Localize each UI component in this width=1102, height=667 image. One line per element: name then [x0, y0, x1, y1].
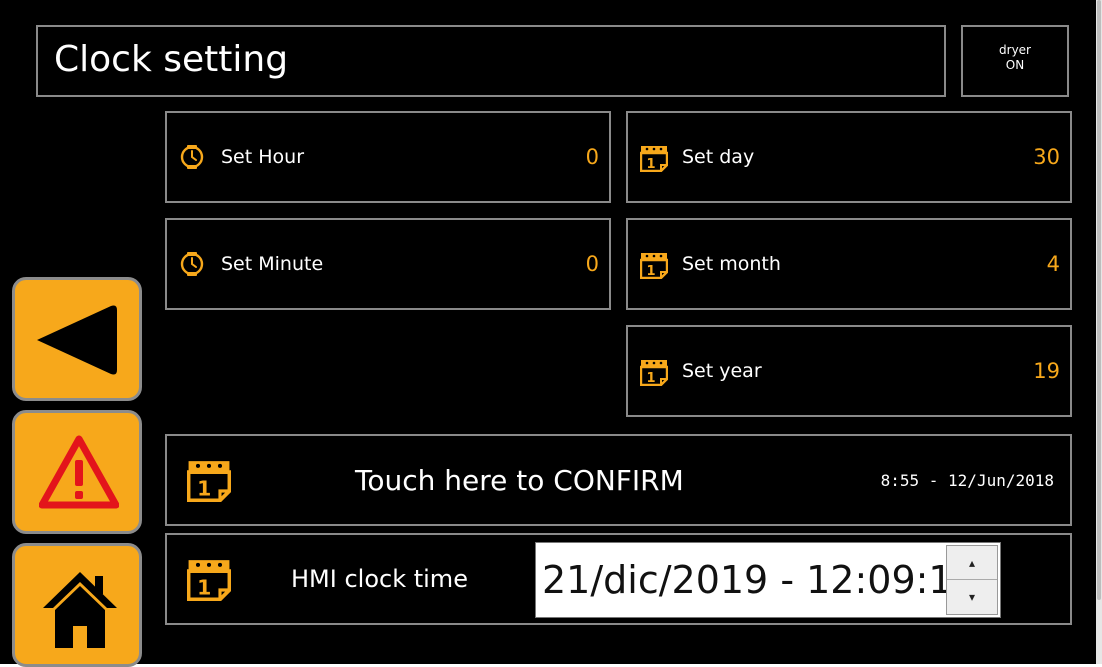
confirm-button[interactable]: 1 Touch here to CONFIRM 8:55 - 12/Jun/20… [165, 434, 1072, 526]
home-button[interactable] [12, 543, 142, 667]
dryer-status-label: dryer [999, 43, 1031, 57]
svg-text:1: 1 [197, 477, 211, 501]
calendar-icon: 1 [639, 251, 669, 283]
datetime-spinner: ▴ ▾ [946, 545, 998, 615]
hmi-clock-datetime-input[interactable]: 21/dic/2019 - 12:09:13 ▴ ▾ [535, 542, 1001, 618]
set-hour-label: Set Hour [221, 146, 305, 168]
calendar-icon: 1 [639, 144, 669, 176]
set-day-value: 30 [1033, 145, 1060, 169]
watch-icon [179, 144, 205, 174]
home-icon [41, 568, 119, 652]
calendar-icon: 1 [186, 557, 232, 605]
calendar-icon: 1 [639, 358, 669, 390]
set-year-value: 19 [1033, 359, 1060, 383]
hmi-clock-value: 21/dic/2019 - 12:09:13 [542, 558, 977, 602]
svg-text:1: 1 [646, 371, 655, 386]
confirm-datetime: 8:55 - 12/Jun/2018 [880, 470, 1054, 490]
set-hour-value: 0 [585, 145, 599, 169]
back-button[interactable] [12, 277, 142, 401]
dryer-status-value: ON [1005, 58, 1025, 72]
set-year-field[interactable]: 1 Set year 19 [626, 325, 1072, 417]
alarm-button[interactable] [12, 410, 142, 534]
spinner-up-button[interactable]: ▴ [947, 546, 997, 580]
spinner-down-button[interactable]: ▾ [947, 580, 997, 614]
set-month-field[interactable]: 1 Set month 4 [626, 218, 1072, 310]
set-month-label: Set month [682, 253, 781, 275]
svg-text:1: 1 [197, 576, 211, 600]
hmi-clock-row: 1 HMI clock time 21/dic/2019 - 12:09:13 … [165, 533, 1072, 625]
warning-icon [38, 435, 120, 515]
scrollbar-thumb[interactable] [1097, 0, 1101, 600]
svg-text:1: 1 [646, 264, 655, 279]
hmi-screen: Clock setting dryer ON Set Hour 0 Set Mi… [0, 0, 1096, 667]
set-day-label: Set day [682, 146, 755, 168]
dryer-status-indicator[interactable]: dryer ON [961, 25, 1069, 97]
set-day-field[interactable]: 1 Set day 30 [626, 111, 1072, 203]
set-year-label: Set year [682, 360, 762, 382]
title-bar: Clock setting [36, 25, 946, 97]
set-minute-field[interactable]: Set Minute 0 [165, 218, 611, 310]
set-hour-field[interactable]: Set Hour 0 [165, 111, 611, 203]
calendar-icon: 1 [186, 458, 232, 506]
set-minute-value: 0 [585, 252, 599, 276]
hmi-clock-label: HMI clock time [291, 565, 468, 593]
back-arrow-icon [33, 300, 119, 384]
svg-text:1: 1 [646, 157, 655, 172]
watch-icon [179, 251, 205, 281]
page-title: Clock setting [54, 39, 289, 80]
confirm-label: Touch here to CONFIRM [355, 463, 684, 497]
set-month-value: 4 [1046, 252, 1060, 276]
set-minute-label: Set Minute [221, 253, 324, 275]
